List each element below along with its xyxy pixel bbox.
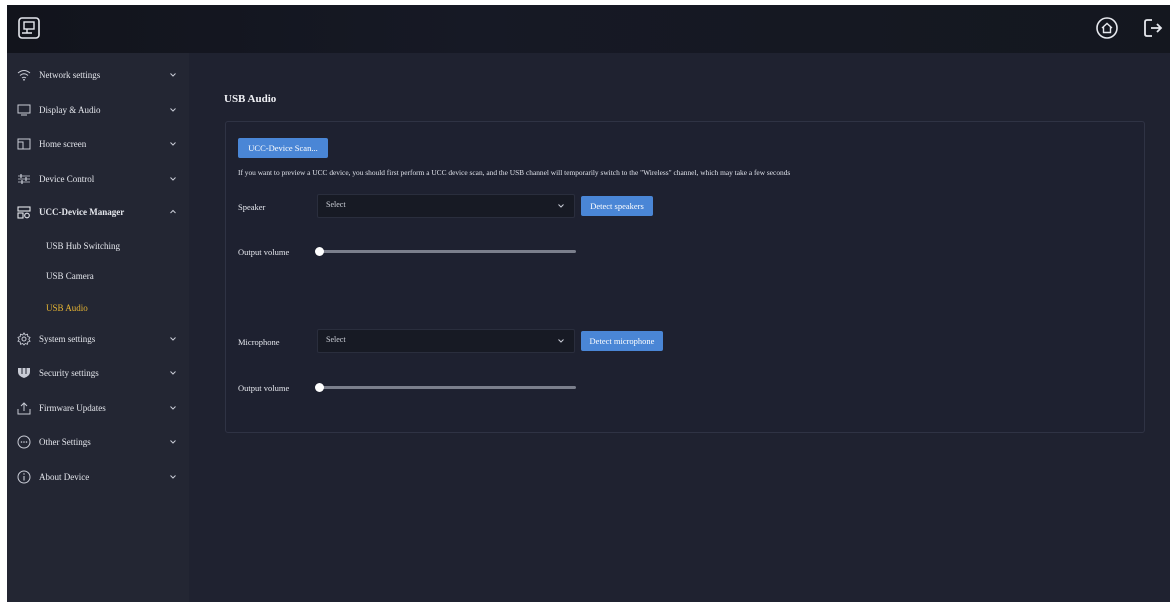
slider-thumb[interactable] [315, 247, 324, 256]
device-manager-icon [16, 205, 32, 219]
logout-icon[interactable] [1141, 16, 1165, 40]
slider-track [316, 250, 576, 253]
microphone-label: Microphone [238, 337, 280, 347]
sidebar-item-about-device[interactable]: About Device [7, 462, 189, 492]
sidebar-subitem-label: USB Hub Switching [46, 241, 121, 251]
sidebar-item-label: Home screen [39, 139, 87, 149]
chevron-down-icon [170, 371, 176, 375]
chevron-down-icon [170, 337, 176, 341]
sidebar-item-security-settings[interactable]: Security settings [7, 358, 189, 388]
home-icon[interactable] [1095, 16, 1119, 40]
wifi-icon [16, 68, 32, 82]
microphone-volume-label: Output volume [238, 383, 290, 393]
microphone-volume-slider[interactable] [315, 383, 576, 393]
sidebar-subitem-label: USB Camera [46, 271, 94, 281]
sidebar-item-system-settings[interactable]: System settings [7, 324, 189, 354]
microphone-select-value: Select [326, 335, 346, 344]
shield-icon [16, 366, 32, 380]
chevron-down-icon [170, 73, 176, 77]
info-icon [16, 470, 32, 484]
sidebar-subitem-usb-audio[interactable]: USB Audio [7, 294, 189, 322]
gear-icon [16, 332, 32, 346]
sidebar-item-device-control[interactable]: Device Control [7, 164, 189, 194]
page-title: USB Audio [224, 93, 277, 105]
upload-icon [16, 401, 32, 415]
chevron-down-icon [170, 440, 176, 444]
speaker-select[interactable]: Select [317, 194, 575, 218]
sidebar-item-ucc-device-manager[interactable]: UCC-Device Manager [7, 197, 189, 227]
detect-microphone-button[interactable]: Detect microphone [581, 331, 663, 351]
sidebar-subitem-label: USB Audio [46, 303, 88, 313]
sidebar-item-label: Firmware Updates [39, 403, 106, 413]
sliders-icon [16, 172, 32, 186]
speaker-volume-slider[interactable] [315, 247, 576, 257]
sidebar-item-home-screen[interactable]: Home screen [7, 129, 189, 159]
sidebar-item-firmware-updates[interactable]: Firmware Updates [7, 393, 189, 423]
sidebar-item-label: System settings [39, 334, 96, 344]
sidebar-item-label: Display & Audio [39, 105, 101, 115]
top-bar [7, 5, 1170, 53]
sidebar-item-network-settings[interactable]: Network settings [7, 60, 189, 90]
home-screen-icon [16, 137, 32, 151]
logo-icon [17, 16, 41, 40]
sidebar-subitem-usb-hub-switching[interactable]: USB Hub Switching [7, 232, 189, 260]
sidebar-subitem-usb-camera[interactable]: USB Camera [7, 262, 189, 290]
scan-info-text: If you want to preview a UCC device, you… [238, 168, 791, 177]
sidebar-item-display-audio[interactable]: Display & Audio [7, 95, 189, 125]
chevron-down-icon [170, 475, 176, 479]
slider-thumb[interactable] [315, 383, 324, 392]
slider-track [316, 386, 576, 389]
app-window: Network settings Display & Audio Home sc… [7, 5, 1170, 602]
speaker-select-value: Select [326, 200, 346, 209]
sidebar-item-label: Network settings [39, 70, 101, 80]
sidebar-item-label: Other Settings [39, 437, 91, 447]
chevron-down-icon [170, 177, 176, 181]
chevron-up-icon [170, 209, 176, 214]
sidebar-item-label: UCC-Device Manager [39, 207, 125, 217]
chevron-down-icon [170, 142, 176, 146]
sidebar: Network settings Display & Audio Home sc… [7, 53, 189, 602]
chevron-down-icon [170, 108, 176, 112]
speaker-label: Speaker [238, 202, 266, 212]
chevron-down-icon [170, 406, 176, 410]
sidebar-item-label: Device Control [39, 174, 95, 184]
monitor-icon [16, 103, 32, 117]
chevron-down-icon [558, 339, 564, 343]
more-icon [16, 435, 32, 449]
detect-speakers-button[interactable]: Detect speakers [581, 196, 653, 216]
sidebar-item-label: About Device [39, 472, 90, 482]
chevron-down-icon [558, 204, 564, 208]
sidebar-item-label: Security settings [39, 368, 99, 378]
usb-audio-panel: UCC-Device Scan... If you want to previe… [225, 121, 1145, 433]
speaker-volume-label: Output volume [238, 247, 290, 257]
ucc-device-scan-button[interactable]: UCC-Device Scan... [238, 138, 328, 158]
microphone-select[interactable]: Select [317, 329, 575, 353]
sidebar-item-other-settings[interactable]: Other Settings [7, 427, 189, 457]
